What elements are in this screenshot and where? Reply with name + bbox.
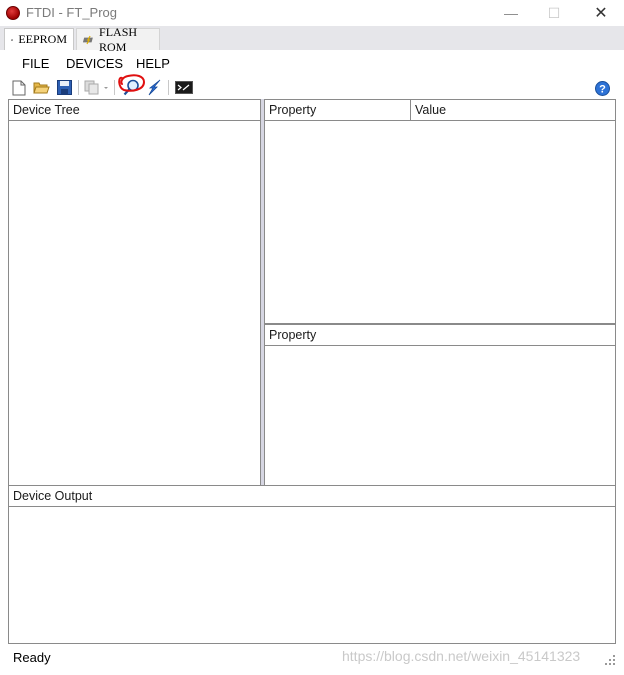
device-tree-panel[interactable] xyxy=(8,120,261,486)
property-grid-panel[interactable] xyxy=(264,120,616,324)
save-button[interactable] xyxy=(56,79,73,96)
minimize-icon: — xyxy=(504,5,518,21)
maximize-button[interactable]: ☐ xyxy=(531,0,577,26)
help-icon: ? xyxy=(595,81,610,96)
new-file-icon xyxy=(12,80,25,95)
command-window-button[interactable] xyxy=(175,79,193,96)
property-help-header: Property xyxy=(264,324,616,346)
command-window-icon xyxy=(175,81,193,94)
tab-eeprom[interactable]: EEPROM xyxy=(4,28,74,50)
close-icon: ✕ xyxy=(594,5,608,22)
new-file-button[interactable] xyxy=(10,79,27,96)
device-output-panel[interactable] xyxy=(8,506,616,644)
close-button[interactable]: ✕ xyxy=(578,0,624,26)
tab-flash-rom-label: FLASH ROM xyxy=(99,24,138,54)
save-icon xyxy=(57,80,72,95)
device-tree-header: Device Tree xyxy=(8,99,261,121)
open-folder-icon xyxy=(33,82,50,94)
value-column-header[interactable]: Value xyxy=(410,99,616,121)
toolbar-separator xyxy=(168,80,169,95)
flash-chip-icon xyxy=(83,35,93,44)
toolbar-separator xyxy=(78,80,79,95)
status-text: Ready xyxy=(13,650,51,665)
property-column-header[interactable]: Property xyxy=(264,99,411,121)
menu-file[interactable]: FILE xyxy=(22,56,49,71)
tab-flash-rom[interactable]: FLASH ROM xyxy=(76,25,160,54)
menu-help[interactable]: HELP xyxy=(136,56,170,71)
menu-devices[interactable]: DEVICES xyxy=(66,56,123,71)
open-button[interactable] xyxy=(33,79,50,96)
window-title: FTDI - FT_Prog xyxy=(26,5,118,20)
resize-grip-icon[interactable] xyxy=(604,654,616,666)
app-icon xyxy=(6,6,20,20)
chip-icon xyxy=(11,39,14,41)
minimize-button[interactable]: — xyxy=(488,0,534,26)
tab-eeprom-label: EEPROM xyxy=(18,32,67,46)
watermark: https://blog.csdn.net/weixin_45141323 xyxy=(342,648,581,664)
maximize-icon: ☐ xyxy=(547,4,561,21)
property-help-panel xyxy=(264,345,616,486)
svg-text:?: ? xyxy=(599,84,606,96)
help-button[interactable]: ? xyxy=(594,80,611,97)
device-output-header: Device Output xyxy=(8,485,616,507)
